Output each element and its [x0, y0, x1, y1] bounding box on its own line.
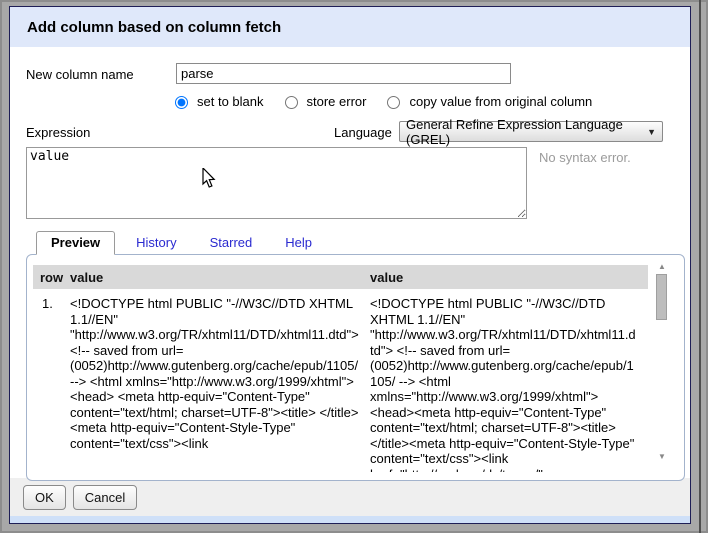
column-header-value-new: value [370, 270, 648, 285]
new-column-name-label: New column name [26, 67, 134, 82]
dialog-title: Add column based on column fetch [27, 19, 281, 36]
scrollbar-thumb[interactable] [656, 274, 667, 320]
expression-textarea[interactable]: value [26, 147, 527, 219]
scroll-up-icon[interactable]: ▲ [655, 261, 669, 273]
original-value-cell: <!DOCTYPE html PUBLIC "-//W3C//DTD XHTML… [70, 296, 370, 472]
language-selected-value: General Refine Expression Language (GREL… [406, 117, 641, 147]
column-header-row: row [33, 270, 70, 285]
new-column-name-input[interactable] [176, 63, 511, 84]
window-edge-line [699, 0, 701, 533]
add-column-fetch-dialog: Add column based on column fetch New col… [9, 6, 691, 524]
tab-help[interactable]: Help [273, 232, 324, 254]
language-select[interactable]: General Refine Expression Language (GREL… [399, 121, 663, 142]
row-number-cell: 1. [33, 296, 70, 472]
preview-tabs: Preview History Starred Help [26, 232, 324, 254]
tab-starred[interactable]: Starred [198, 232, 265, 254]
dialog-bottom-strip [10, 516, 690, 523]
dialog-footer: OK Cancel [10, 478, 690, 516]
radio-set-to-blank-label[interactable]: set to blank [197, 94, 264, 109]
screen-background: Add column based on column fetch New col… [0, 0, 708, 533]
syntax-status-text: No syntax error. [539, 150, 631, 165]
column-header-value-original: value [70, 270, 370, 285]
expression-label: Expression [26, 125, 90, 140]
preview-panel: row value value 1. <!DOCTYPE html PUBLIC… [26, 254, 685, 481]
dialog-body: New column name set to blank store error… [10, 47, 690, 478]
table-row: 1. <!DOCTYPE html PUBLIC "-//W3C//DTD XH… [33, 289, 648, 472]
preview-table-header: row value value [33, 265, 648, 289]
language-label: Language [334, 125, 392, 140]
radio-copy-value-label[interactable]: copy value from original column [409, 94, 592, 109]
radio-store-error[interactable] [285, 96, 298, 109]
new-value-cell: <!DOCTYPE html PUBLIC "-//W3C//DTD XHTML… [370, 296, 648, 472]
preview-scrollbar[interactable]: ▲ ▼ [655, 261, 669, 463]
tab-history[interactable]: History [124, 232, 188, 254]
on-error-radio-group: set to blank store error copy value from… [170, 93, 602, 109]
tab-preview[interactable]: Preview [36, 231, 115, 255]
chevron-down-icon: ▼ [647, 127, 656, 137]
preview-table: row value value 1. <!DOCTYPE html PUBLIC… [33, 265, 648, 472]
radio-set-to-blank[interactable] [175, 96, 188, 109]
cancel-button[interactable]: Cancel [73, 485, 137, 510]
radio-store-error-label[interactable]: store error [307, 94, 367, 109]
expression-editor-wrap: value [26, 147, 527, 219]
radio-copy-value[interactable] [387, 96, 400, 109]
scroll-down-icon[interactable]: ▼ [655, 451, 669, 463]
dialog-header: Add column based on column fetch [10, 7, 690, 47]
ok-button[interactable]: OK [23, 485, 66, 510]
